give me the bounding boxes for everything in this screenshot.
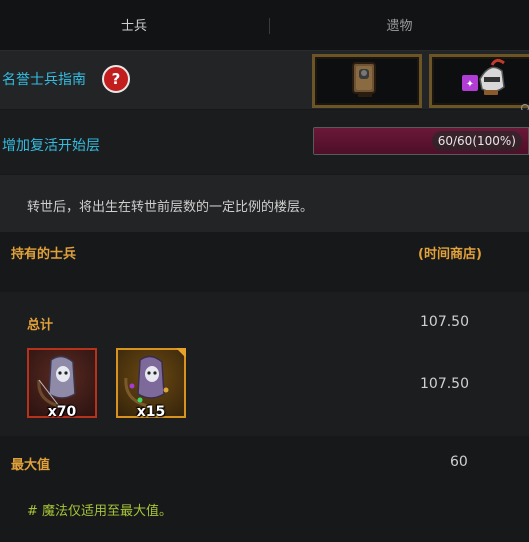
- book-icon: [352, 62, 376, 97]
- rarity-corner-icon: [176, 348, 186, 358]
- rebirth-note: 转世后，将出生在转世前层数的一定比例的楼层。: [27, 200, 314, 215]
- magic-note: # 魔法仅适用至最大值。: [27, 504, 173, 519]
- total-label: 总计: [27, 318, 54, 333]
- soldier-slot-button[interactable]: ✦: [429, 54, 529, 108]
- soldier-helmet-icon: ✦: [462, 58, 505, 95]
- revive-progress-bar: 60/60(100%): [313, 127, 529, 155]
- help-icon[interactable]: ?: [102, 65, 130, 93]
- time-shop-link[interactable]: (时间商店): [418, 243, 482, 262]
- guide-label: 名誉士兵指南: [2, 72, 86, 88]
- rebirth-note-row: 转世后，将出生在转世前层数的一定比例的楼层。: [0, 175, 529, 232]
- svg-text:✦: ✦: [466, 79, 474, 90]
- tab-relics[interactable]: 遗物: [270, 0, 529, 50]
- book-slot-button[interactable]: [312, 54, 422, 108]
- unit-count: x70: [47, 404, 77, 420]
- revive-progress-text: 60/60(100%): [431, 131, 522, 151]
- unit-card[interactable]: x15: [116, 348, 186, 420]
- revive-row: 增加复活开始层 60/60(100%): [0, 110, 529, 174]
- unit-card[interactable]: x70: [27, 348, 97, 420]
- max-label: 最大值: [11, 458, 51, 473]
- units-value: 107.50: [420, 376, 469, 392]
- unit-count: x15: [136, 404, 166, 420]
- tab-bar: 士兵 遗物: [0, 0, 529, 51]
- revive-label: 增加复活开始层: [2, 138, 100, 154]
- max-value: 60: [450, 454, 468, 470]
- total-value: 107.50: [420, 314, 469, 330]
- owned-soldiers-label: 持有的士兵: [11, 247, 77, 262]
- guide-row: 名誉士兵指南 ? ✦: [0, 51, 529, 109]
- tab-soldiers[interactable]: 士兵: [0, 0, 268, 50]
